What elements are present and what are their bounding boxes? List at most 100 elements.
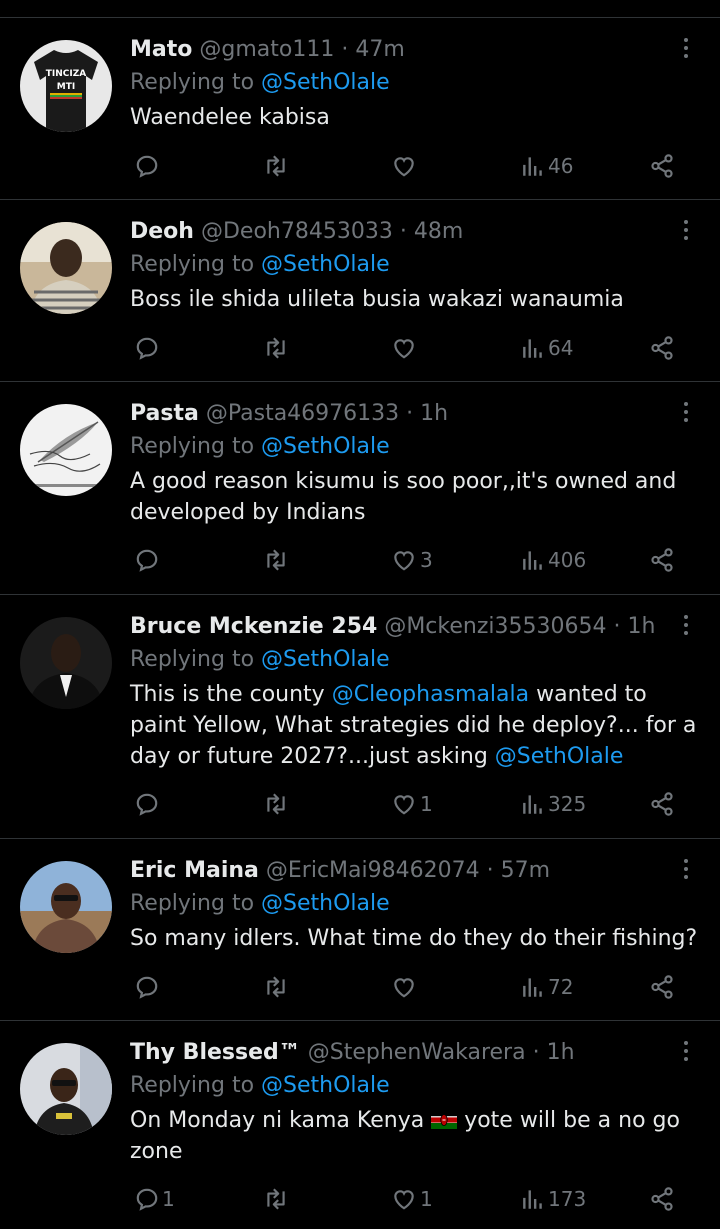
avatar-text-1: TINCIZA — [46, 69, 86, 79]
more-icon[interactable] — [676, 1041, 696, 1065]
kenya-flag-icon — [431, 1111, 458, 1129]
views-icon — [523, 551, 542, 570]
mention-link[interactable]: @Cleophasmalala — [332, 682, 529, 707]
share-button[interactable] — [648, 540, 676, 580]
share-button[interactable] — [648, 328, 676, 368]
reply-button[interactable] — [134, 967, 162, 1007]
like-button[interactable]: 3 — [390, 540, 433, 580]
timestamp[interactable]: 48m — [414, 219, 463, 244]
reply-button[interactable] — [134, 540, 162, 580]
replying-to-handle[interactable]: @SethOlale — [261, 647, 390, 672]
display-name[interactable]: Mato — [130, 37, 192, 62]
replying-to-label: Replying to — [130, 647, 255, 672]
like-button[interactable] — [390, 328, 420, 368]
tweet-text: Boss ile shida ulileta busia wakazi wana… — [130, 287, 624, 312]
like-button[interactable] — [390, 967, 420, 1007]
timestamp[interactable]: 1h — [547, 1040, 575, 1065]
share-icon — [651, 1187, 673, 1211]
more-icon[interactable] — [676, 402, 696, 426]
avatar[interactable]: TINCIZA MTI — [20, 40, 112, 132]
reply-tweet[interactable]: Pasta @Pasta46976133 · 1h Replying to @S… — [0, 382, 720, 595]
views-icon — [523, 157, 542, 176]
like-icon — [394, 795, 414, 815]
like-count: 3 — [420, 548, 433, 572]
mention-link[interactable]: @SethOlale — [495, 744, 624, 769]
views-button[interactable]: 173 — [520, 1179, 586, 1219]
reply-button[interactable] — [134, 784, 162, 824]
share-button[interactable] — [648, 784, 676, 824]
retweet-button[interactable] — [262, 1179, 290, 1219]
user-handle[interactable]: @Mckenzi35530654 — [384, 614, 606, 639]
views-button[interactable]: 72 — [520, 967, 573, 1007]
more-icon[interactable] — [676, 859, 696, 883]
tweet-text: So many idlers. What time do they do the… — [130, 926, 698, 951]
reply-tweet[interactable]: Thy Blessed™ @StephenWakarera · 1h Reply… — [0, 1021, 720, 1229]
avatar[interactable] — [20, 617, 112, 709]
user-handle[interactable]: @Pasta46976133 — [206, 401, 399, 426]
retweet-icon — [267, 1188, 285, 1210]
retweet-button[interactable] — [262, 146, 290, 186]
avatar[interactable] — [20, 222, 112, 314]
user-handle[interactable]: @gmato111 — [199, 37, 334, 62]
retweet-button[interactable] — [262, 784, 290, 824]
display-name[interactable]: Thy Blessed™ — [130, 1040, 301, 1065]
replying-to-handle[interactable]: @SethOlale — [261, 1073, 390, 1098]
tweet-header: Thy Blessed™ @StephenWakarera · 1h — [130, 1038, 575, 1068]
timestamp[interactable]: 57m — [501, 858, 550, 883]
replying-to-label: Replying to — [130, 252, 255, 277]
like-button[interactable]: 1 — [390, 1179, 433, 1219]
display-name[interactable]: Bruce Mckenzie 254 — [130, 614, 377, 639]
like-button[interactable]: 1 — [390, 784, 433, 824]
share-icon — [651, 336, 673, 360]
display-name[interactable]: Deoh — [130, 219, 194, 244]
like-button[interactable] — [390, 146, 420, 186]
share-icon — [651, 975, 673, 999]
avatar[interactable] — [20, 1043, 112, 1135]
views-button[interactable]: 46 — [520, 146, 573, 186]
share-button[interactable] — [648, 967, 676, 1007]
timestamp[interactable]: 1h — [420, 401, 448, 426]
reply-tweet[interactable]: TINCIZA MTI Mato @gmato111 · 47m Replyin… — [0, 18, 720, 200]
user-handle[interactable]: @StephenWakarera — [308, 1040, 526, 1065]
avatar-text-2: MTI — [57, 82, 75, 92]
replying-to-handle[interactable]: @SethOlale — [261, 891, 390, 916]
reply-tweet[interactable]: Deoh @Deoh78453033 · 48m Replying to @Se… — [0, 200, 720, 382]
user-handle[interactable]: @EricMai98462074 — [266, 858, 480, 883]
retweet-button[interactable] — [262, 328, 290, 368]
retweet-button[interactable] — [262, 967, 290, 1007]
replying-to: Replying to @SethOlale — [130, 645, 390, 675]
views-button[interactable]: 64 — [520, 328, 573, 368]
user-handle[interactable]: @Deoh78453033 — [201, 219, 393, 244]
separator-dot: · — [399, 219, 407, 244]
reply-tweet[interactable]: Bruce Mckenzie 254 @Mckenzi35530654 · 1h… — [0, 595, 720, 839]
reply-button[interactable] — [134, 328, 162, 368]
like-icon — [394, 551, 414, 571]
share-button[interactable] — [648, 1179, 676, 1219]
retweet-button[interactable] — [262, 540, 290, 580]
action-bar: 72 — [0, 967, 720, 1007]
replying-to-handle[interactable]: @SethOlale — [261, 434, 390, 459]
display-name[interactable]: Eric Maina — [130, 858, 259, 883]
reply-button[interactable] — [134, 146, 162, 186]
timestamp[interactable]: 47m — [355, 37, 404, 62]
timestamp[interactable]: 1h — [627, 614, 655, 639]
tweet-header: Bruce Mckenzie 254 @Mckenzi35530654 · 1h — [130, 612, 655, 642]
views-button[interactable]: 406 — [520, 540, 586, 580]
replying-to-handle[interactable]: @SethOlale — [261, 252, 390, 277]
display-name[interactable]: Pasta — [130, 401, 199, 426]
views-button[interactable]: 325 — [520, 784, 586, 824]
reply-icon — [136, 549, 158, 572]
avatar[interactable] — [20, 861, 112, 953]
reply-tweet[interactable]: Eric Maina @EricMai98462074 · 57m Replyi… — [0, 839, 720, 1021]
replying-to: Replying to @SethOlale — [130, 250, 390, 280]
reply-button[interactable]: 1 — [134, 1179, 175, 1219]
views-icon — [523, 339, 542, 358]
avatar[interactable] — [20, 404, 112, 496]
more-icon[interactable] — [676, 38, 696, 62]
more-icon[interactable] — [676, 220, 696, 244]
separator-dot: · — [406, 401, 414, 426]
replying-to-handle[interactable]: @SethOlale — [261, 70, 390, 95]
share-button[interactable] — [648, 146, 676, 186]
more-icon[interactable] — [676, 615, 696, 639]
separator-dot: · — [341, 37, 349, 62]
